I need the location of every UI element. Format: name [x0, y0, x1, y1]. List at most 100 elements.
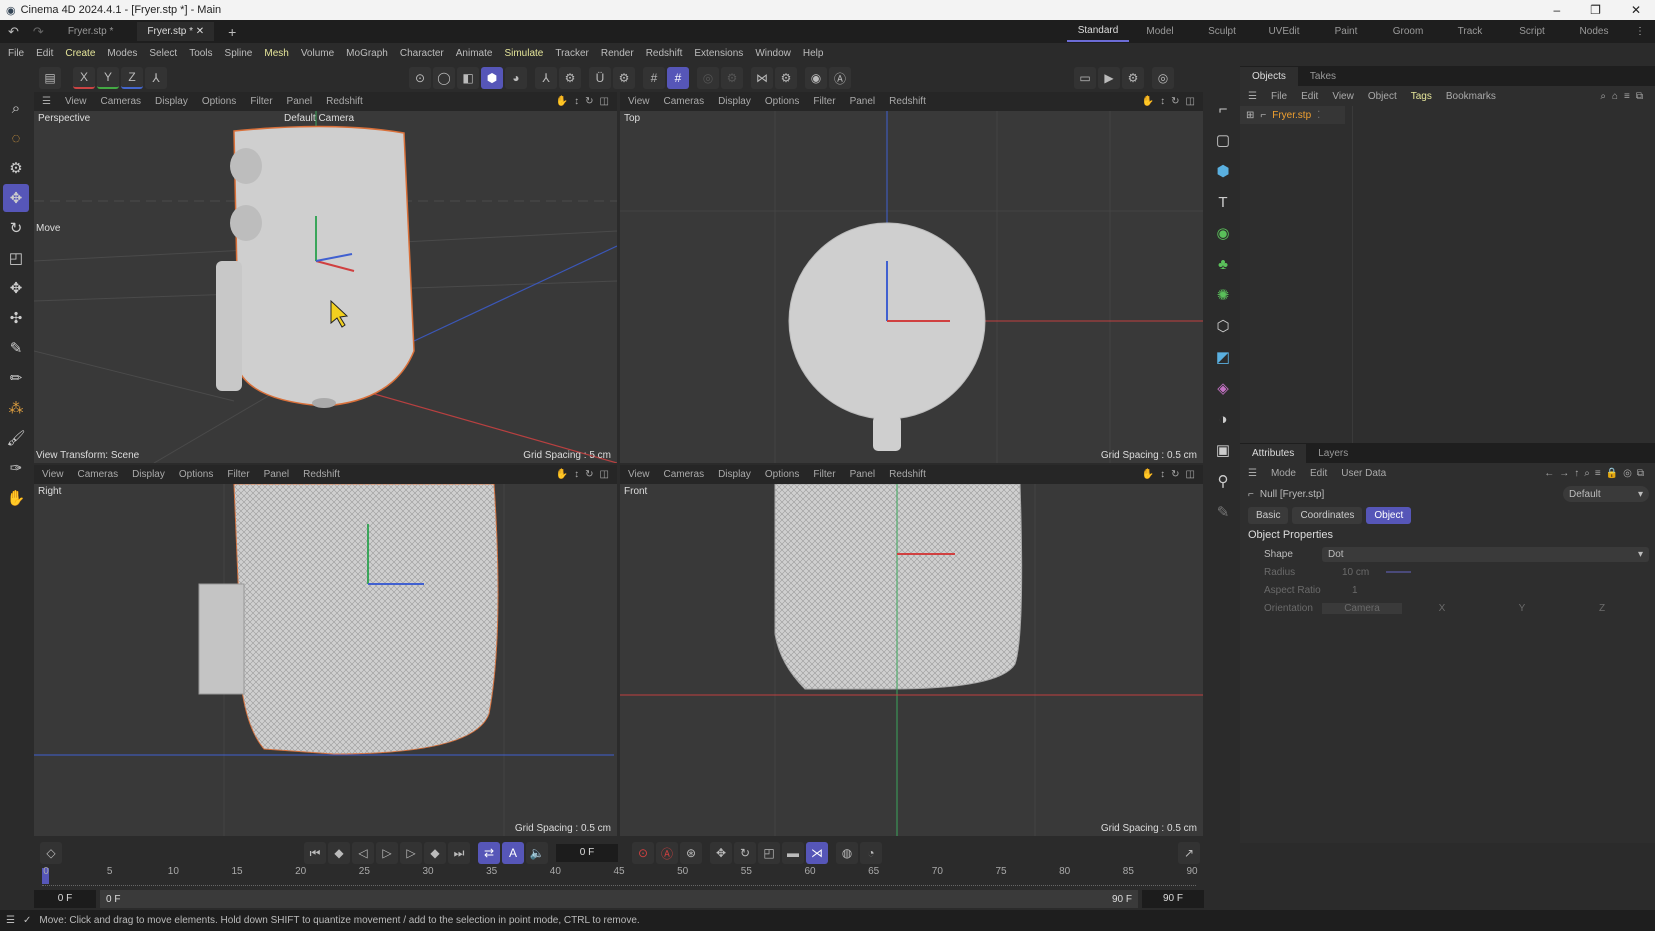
uv-mode-icon[interactable]: ◕ [505, 67, 527, 89]
vp-menu-options[interactable]: Options [765, 469, 799, 480]
vp-menu-redshift[interactable]: Redshift [889, 469, 926, 480]
vp-menu-view[interactable]: View [42, 469, 64, 480]
spline-pen-icon[interactable]: ✎ [3, 334, 29, 362]
attr-nav-icons[interactable]: ←→↑⌕≡🔒◎⧉ [1544, 468, 1655, 479]
search-icon[interactable]: ⌕ [3, 94, 29, 122]
edit-icon[interactable]: ✎ [1210, 498, 1236, 526]
doc-tab[interactable]: Fryer.stp * [58, 22, 124, 41]
keyframe-selection-icon[interactable]: ⊛ [680, 842, 702, 864]
pla-key-icon[interactable]: ⋊ [806, 842, 828, 864]
cloner-icon[interactable]: ♣ [1210, 250, 1236, 278]
redo-icon[interactable]: ↷ [33, 24, 44, 40]
obj-menu-file[interactable]: File [1271, 91, 1287, 102]
spline-icon[interactable]: ▢ [1210, 126, 1236, 154]
vp-menu-cameras[interactable]: Cameras [664, 469, 705, 480]
hamburger-icon[interactable]: ☰ [1248, 468, 1257, 479]
rotation-key-icon[interactable]: ↻ [734, 842, 756, 864]
obj-menu-view[interactable]: View [1332, 91, 1354, 102]
menu-render[interactable]: Render [601, 48, 634, 59]
points-mode-icon[interactable]: ⊙ [409, 67, 431, 89]
next-frame-icon[interactable]: ▷ [400, 842, 422, 864]
null-object-icon[interactable]: ⌐ [1210, 95, 1236, 123]
object-name[interactable]: Fryer.stp [1272, 110, 1311, 121]
menu-simulate[interactable]: Simulate [504, 48, 543, 59]
shape-dropdown[interactable]: Dot ▾ [1322, 546, 1649, 562]
sculpt-icon[interactable]: ✋ [3, 484, 29, 512]
maximize-view-icon[interactable]: ◫ [600, 469, 609, 480]
radius-slider[interactable] [1386, 571, 1411, 573]
orbit-icon[interactable]: ↻ [585, 96, 593, 107]
attr-menu-userdata[interactable]: User Data [1341, 468, 1386, 479]
orbit-icon[interactable]: ↻ [1171, 96, 1179, 107]
subtab-basic[interactable]: Basic [1248, 506, 1289, 524]
vp-menu-options[interactable]: Options [179, 469, 213, 480]
tab-layers[interactable]: Layers [1306, 444, 1360, 463]
orientation-y[interactable]: Y [1482, 603, 1562, 614]
go-start-icon[interactable]: ⏮ [304, 842, 326, 864]
menu-tools[interactable]: Tools [189, 48, 212, 59]
subtab-coordinates[interactable]: Coordinates [1292, 506, 1363, 524]
obj-menu-edit[interactable]: Edit [1301, 91, 1318, 102]
y-axis-toggle[interactable]: Y [97, 67, 119, 89]
vp-menu-filter[interactable]: Filter [813, 96, 835, 107]
hamburger-icon[interactable]: ☰ [1248, 91, 1257, 102]
menu-select[interactable]: Select [149, 48, 177, 59]
motion-settings-icon[interactable]: ◔ [860, 842, 882, 864]
material-icon[interactable]: ◉ [805, 67, 827, 89]
menu-character[interactable]: Character [400, 48, 444, 59]
loop-icon[interactable]: ⇄ [478, 842, 500, 864]
live-selection-icon[interactable]: ◌ [3, 124, 29, 152]
orbit-icon[interactable]: ↻ [1171, 469, 1179, 480]
menu-create[interactable]: Create [65, 48, 95, 59]
rotate-tool-icon[interactable]: ↻ [3, 214, 29, 242]
menu-edit[interactable]: Edit [36, 48, 53, 59]
text-icon[interactable]: T [1210, 188, 1236, 216]
menu-tracker[interactable]: Tracker [555, 48, 589, 59]
maximize-view-icon[interactable]: ◫ [1186, 96, 1195, 107]
aspect-input[interactable]: 1 [1322, 585, 1358, 596]
menu-modes[interactable]: Modes [107, 48, 137, 59]
menu-redshift[interactable]: Redshift [646, 48, 683, 59]
visibility-dots-icon[interactable]: ⁚ [1317, 110, 1320, 121]
vp-menu-cameras[interactable]: Cameras [78, 469, 119, 480]
prev-frame-icon[interactable]: ◁ [352, 842, 374, 864]
render-view-icon[interactable]: ▭ [1074, 67, 1096, 89]
menu-help[interactable]: Help [803, 48, 824, 59]
obj-menu-bookmarks[interactable]: Bookmarks [1446, 91, 1496, 102]
menu-file[interactable]: File [8, 48, 24, 59]
play-icon[interactable]: ▷ [376, 842, 398, 864]
layout-script[interactable]: Script [1501, 22, 1563, 41]
vp-menu-panel[interactable]: Panel [287, 96, 313, 107]
sketch-icon[interactable]: ✏ [3, 364, 29, 392]
symmetry-icon[interactable]: ⋈ [751, 67, 773, 89]
layout-track[interactable]: Track [1439, 22, 1501, 41]
object-row[interactable]: ⊞ ⌐ Fryer.stp ⁚ [1240, 106, 1345, 124]
deformer-icon[interactable]: ⬡ [1210, 312, 1236, 340]
prev-key-icon[interactable]: ◆ [328, 842, 350, 864]
vp-menu-redshift[interactable]: Redshift [889, 96, 926, 107]
effector-icon[interactable]: ✺ [1210, 281, 1236, 309]
subtab-object[interactable]: Object [1366, 506, 1412, 524]
vp-menu-display[interactable]: Display [718, 96, 751, 107]
vp-menu-filter[interactable]: Filter [250, 96, 272, 107]
volume-icon[interactable]: ◈ [1210, 374, 1236, 402]
vp-menu-display[interactable]: Display [132, 469, 165, 480]
autokey-icon[interactable]: A [502, 842, 524, 864]
vp-menu-view[interactable]: View [628, 469, 650, 480]
axis-settings-icon[interactable]: ⚙ [559, 67, 581, 89]
maximize-view-icon[interactable]: ◫ [1186, 469, 1195, 480]
obj-menu-object[interactable]: Object [1368, 91, 1397, 102]
menu-volume[interactable]: Volume [301, 48, 334, 59]
x-axis-toggle[interactable]: X [73, 67, 95, 89]
vp-menu-display[interactable]: Display [718, 469, 751, 480]
panel-tools-icons[interactable]: ⌕⌂≡⧉ [1600, 91, 1655, 102]
timeline-ruler[interactable]: 0 5 10 15 20 25 30 35 40 45 50 55 60 65 70 75 80 85 90 [42, 866, 1198, 886]
transfer-icon[interactable]: ✥ [3, 274, 29, 302]
pan-icon[interactable]: ✋ [556, 96, 568, 107]
orientation-z[interactable]: Z [1562, 603, 1642, 614]
dolly-icon[interactable]: ↕ [1160, 469, 1165, 480]
viewport-front[interactable]: Front Grid Spacing : 0.5 cm [620, 484, 1203, 836]
material-sphere-icon[interactable]: ◑ [1210, 405, 1236, 433]
dolly-icon[interactable]: ↕ [1160, 96, 1165, 107]
hamburger-icon[interactable]: ☰ [6, 915, 15, 926]
